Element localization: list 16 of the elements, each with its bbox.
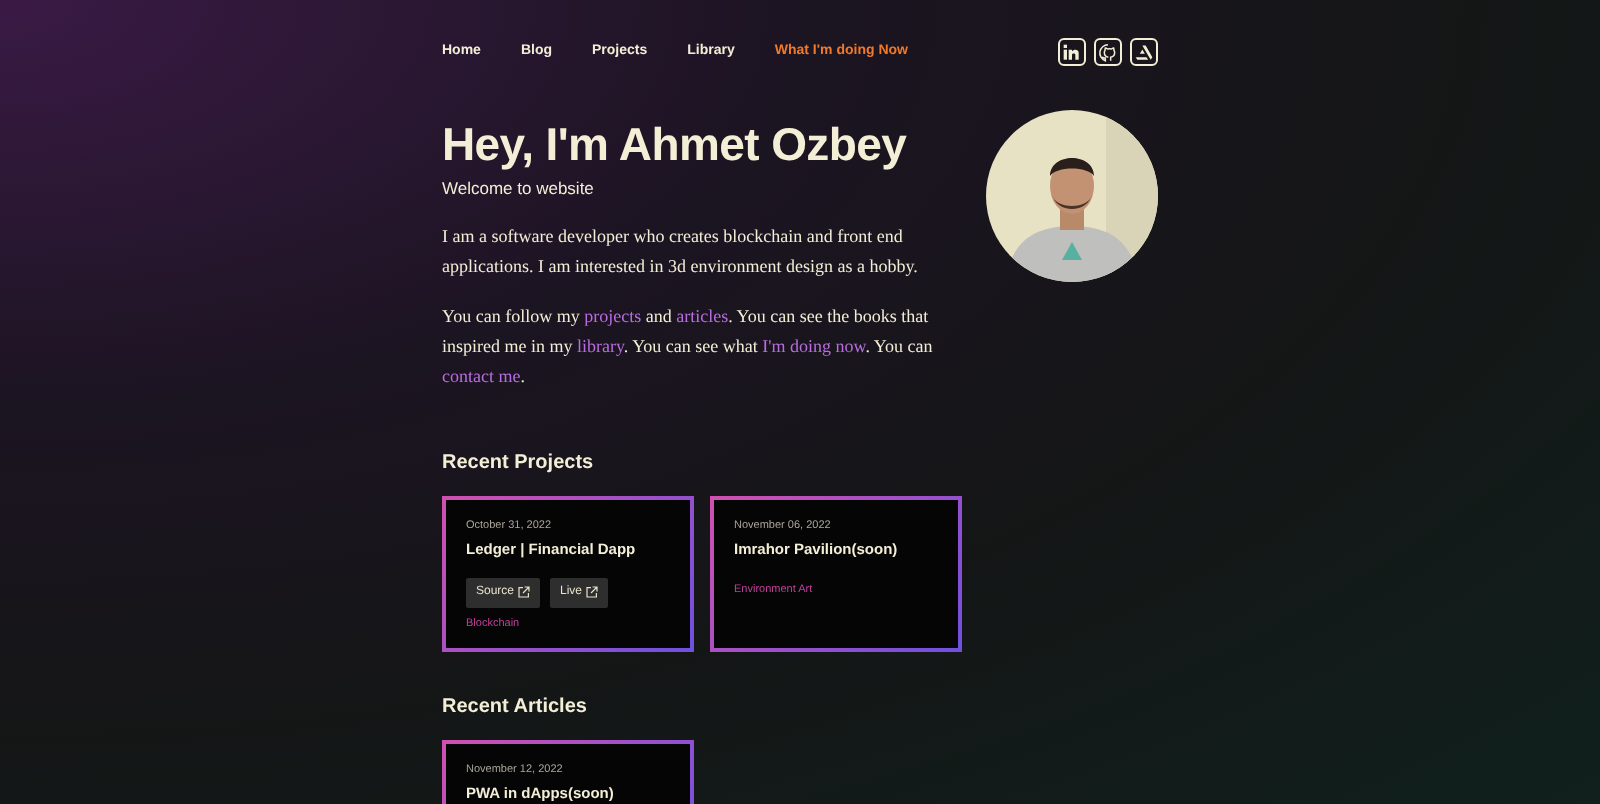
intro-paragraph: You can follow my projects and articles. You can see the books that inspired me in my library. You can see what I'm doing now. You can contact me. (442, 304, 935, 391)
github-icon[interactable] (1094, 38, 1122, 66)
text-link[interactable]: library (577, 336, 624, 357)
text-link[interactable]: contact me (442, 366, 521, 387)
section-heading: Recent Projects (442, 452, 596, 477)
subtitle: Welcome to website (442, 176, 596, 203)
text-link[interactable]: I'm doing now (762, 336, 866, 357)
text-link[interactable]: articles (676, 306, 729, 327)
linkedin-icon[interactable] (1058, 38, 1086, 66)
external-link-icon (518, 586, 531, 599)
text-link[interactable]: projects (584, 306, 642, 327)
section-heading: Recent Articles (442, 695, 589, 720)
intro-paragraph: I am a software developer who creates blockchain and front end applications. I am interested in 3d environment design as a hobby. (442, 224, 920, 281)
external-link-icon (586, 586, 599, 599)
mountain-icon[interactable] (1130, 38, 1158, 66)
page-title: Hey, I'm Ahmet Ozbey (442, 120, 909, 171)
